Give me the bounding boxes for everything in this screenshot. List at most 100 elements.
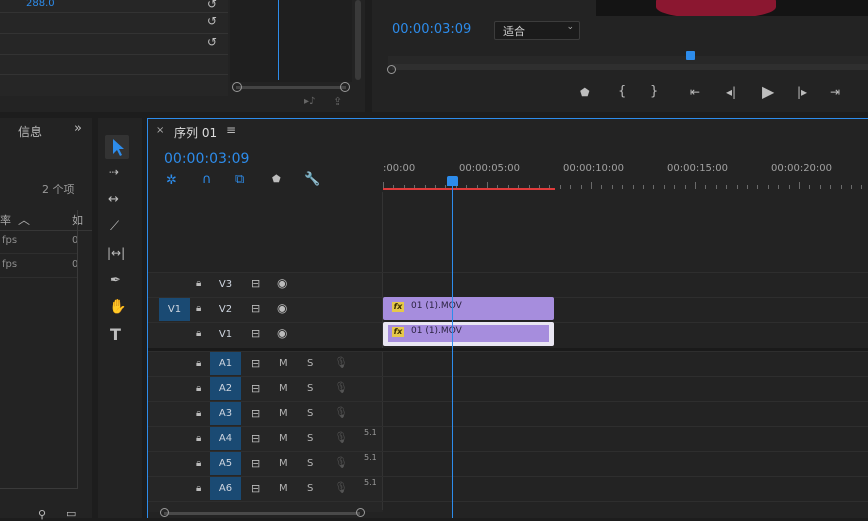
mute-button[interactable]: M xyxy=(279,433,288,444)
microphone-icon[interactable]: 🎙︎ xyxy=(334,481,348,494)
export-frame-icon[interactable]: ⇪ xyxy=(333,95,342,108)
microphone-icon[interactable]: 🎙︎ xyxy=(334,406,348,419)
scroll-handle-right[interactable] xyxy=(340,82,350,92)
list-item[interactable]: fps 0 xyxy=(0,231,78,254)
project-tab-info[interactable]: 信息 xyxy=(18,123,42,140)
lock-icon[interactable]: 🔒︎ xyxy=(196,328,201,339)
solo-button[interactable]: S xyxy=(307,433,313,444)
track-name[interactable]: A2 xyxy=(210,377,241,400)
track-select-tool-icon[interactable]: ⇢ xyxy=(109,165,119,179)
reset-icon[interactable]: ↺ xyxy=(207,0,217,11)
lock-icon[interactable]: 🔒︎ xyxy=(196,483,201,494)
lock-icon[interactable]: 🔒︎ xyxy=(196,278,201,289)
time-ruler[interactable]: :00:00 00:00:05:00 00:00:10:00 00:00:15:… xyxy=(383,158,868,192)
slip-tool-icon[interactable]: |↔| xyxy=(107,246,125,260)
scrubber-playhead[interactable] xyxy=(686,51,695,60)
folder-icon[interactable]: ▭ xyxy=(66,507,76,520)
sequence-tab-title[interactable]: 序列 01 xyxy=(174,124,217,141)
type-tool-icon[interactable]: T xyxy=(110,325,121,344)
panel-menu-icon[interactable]: ≡ xyxy=(226,123,236,137)
scroll-handle-left[interactable] xyxy=(232,82,242,92)
track-name[interactable]: A1 xyxy=(210,352,241,375)
track-name[interactable]: A5 xyxy=(210,452,241,475)
scroll-handle-right[interactable] xyxy=(356,508,365,517)
sync-lock-icon[interactable]: ⊟ xyxy=(251,277,260,290)
add-marker-icon[interactable]: ⬟ xyxy=(580,86,590,99)
mute-button[interactable]: M xyxy=(279,383,288,394)
linked-selection-icon[interactable]: ⧉ xyxy=(235,172,244,187)
lock-icon[interactable]: 🔒︎ xyxy=(196,383,201,394)
reset-icon[interactable]: ↺ xyxy=(207,14,217,28)
playhead-timecode[interactable]: 00:00:03:09 xyxy=(392,22,471,37)
sort-ascending-icon[interactable]: ︿ xyxy=(18,211,30,228)
eye-icon[interactable]: ◉ xyxy=(277,301,287,315)
track-name[interactable]: A6 xyxy=(210,477,241,500)
mark-out-icon[interactable]: } xyxy=(650,84,658,99)
sequence-timecode[interactable]: 00:00:03:09 xyxy=(164,151,249,167)
video-clip-selected[interactable]: fx 01 (1).MOV xyxy=(383,322,554,346)
sync-lock-icon[interactable]: ⊟ xyxy=(251,432,260,445)
pen-tool-icon[interactable]: ✒ xyxy=(110,273,121,288)
add-marker-icon[interactable]: ⬟ xyxy=(272,174,281,185)
work-area-bar[interactable] xyxy=(383,188,555,190)
mute-button[interactable]: M xyxy=(279,358,288,369)
solo-button[interactable]: S xyxy=(307,483,313,494)
track-name[interactable]: A4 xyxy=(210,427,241,450)
track-name[interactable]: V3 xyxy=(210,273,241,296)
eye-icon[interactable]: ◉ xyxy=(277,326,287,340)
wrench-icon[interactable]: 🔧 xyxy=(304,172,320,187)
go-to-out-icon[interactable]: ⇥ xyxy=(830,85,840,99)
list-item[interactable]: fps 0 xyxy=(0,255,78,278)
source-patch-v1[interactable]: V1 xyxy=(159,298,190,321)
solo-button[interactable]: S xyxy=(307,358,313,369)
mute-button[interactable]: M xyxy=(279,408,288,419)
eye-icon[interactable]: ◉ xyxy=(277,276,287,290)
lock-icon[interactable]: 🔒︎ xyxy=(196,408,201,419)
play-icon[interactable]: ▶ xyxy=(762,82,774,101)
sync-lock-icon[interactable]: ⊟ xyxy=(251,457,260,470)
snap-icon[interactable]: ∩ xyxy=(202,172,212,187)
scroll-handle-left[interactable] xyxy=(160,508,169,517)
mark-in-icon[interactable]: { xyxy=(618,84,626,99)
ripple-edit-tool-icon[interactable]: ↔ xyxy=(108,192,119,207)
search-icon[interactable]: ⚲ xyxy=(38,508,46,521)
mini-scrollbar[interactable] xyxy=(236,86,346,89)
sync-lock-icon[interactable]: ⊟ xyxy=(251,407,260,420)
track-name[interactable]: V2 xyxy=(210,298,241,321)
step-back-icon[interactable]: ◂| xyxy=(726,85,736,99)
sync-lock-icon[interactable]: ⊟ xyxy=(251,382,260,395)
track-name[interactable]: A3 xyxy=(210,402,241,425)
hand-tool-icon[interactable]: ✋ xyxy=(109,299,126,315)
panel-overflow-icon[interactable]: » xyxy=(74,121,82,136)
track-name[interactable]: V1 xyxy=(210,323,241,346)
step-forward-icon[interactable]: |▸ xyxy=(797,85,807,99)
mute-button[interactable]: M xyxy=(279,483,288,494)
microphone-icon[interactable]: 🎙︎ xyxy=(334,356,348,369)
go-to-in-icon[interactable]: ⇤ xyxy=(690,85,700,99)
sync-lock-icon[interactable]: ⊟ xyxy=(251,357,260,370)
razor-tool-icon[interactable]: ⟋ xyxy=(110,219,119,234)
lock-icon[interactable]: 🔒︎ xyxy=(196,458,201,469)
sync-lock-icon[interactable]: ⊟ xyxy=(251,302,260,315)
video-clip[interactable]: fx 01 (1).MOV xyxy=(383,297,554,320)
nest-toggle-icon[interactable]: ✲ xyxy=(166,173,177,188)
timeline-horizontal-scrollbar[interactable] xyxy=(164,512,360,515)
timeline-playhead-line[interactable] xyxy=(452,186,453,518)
close-tab-button[interactable]: × xyxy=(156,125,164,136)
mute-button[interactable]: M xyxy=(279,458,288,469)
sync-lock-icon[interactable]: ⊟ xyxy=(251,482,260,495)
play-only-audio-icon[interactable]: ▸♪ xyxy=(304,96,315,107)
solo-button[interactable]: S xyxy=(307,458,313,469)
microphone-icon[interactable]: 🎙︎ xyxy=(334,456,348,469)
lock-icon[interactable]: 🔒︎ xyxy=(196,358,201,369)
scrubber-start-handle[interactable] xyxy=(387,65,396,74)
timeline-playhead-head[interactable] xyxy=(447,176,458,186)
sync-lock-icon[interactable]: ⊟ xyxy=(251,327,260,340)
solo-button[interactable]: S xyxy=(307,408,313,419)
microphone-icon[interactable]: 🎙︎ xyxy=(334,431,348,444)
reset-icon[interactable]: ↺ xyxy=(207,35,217,49)
microphone-icon[interactable]: 🎙︎ xyxy=(334,381,348,394)
lock-icon[interactable]: 🔒︎ xyxy=(196,303,201,314)
effect-value[interactable]: 288.0 xyxy=(26,0,55,9)
solo-button[interactable]: S xyxy=(307,383,313,394)
